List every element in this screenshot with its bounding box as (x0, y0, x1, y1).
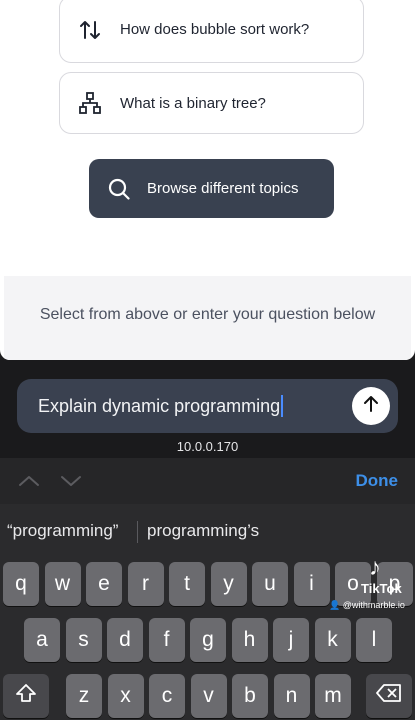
key[interactable]: a (24, 618, 60, 662)
done-button[interactable]: Done (356, 471, 399, 491)
shift-icon (15, 683, 37, 709)
question-input-value: Explain dynamic programming (38, 396, 281, 416)
backspace-key[interactable] (366, 674, 412, 718)
input-area: Explain dynamic programming 10.0.0.170 (0, 360, 415, 458)
key[interactable]: n (273, 674, 310, 718)
suggestion-binary-tree[interactable]: What is a binary tree? (59, 72, 364, 134)
predictive-bar: “programming” programming’s (0, 514, 415, 548)
keyboard-accessory-bar: Done (0, 458, 415, 504)
text-caret (281, 395, 284, 417)
key[interactable]: d (107, 618, 143, 662)
key[interactable]: q (3, 562, 39, 606)
key[interactable]: k (314, 618, 351, 662)
prediction-2[interactable]: programming’s (147, 521, 259, 541)
suggestion-bubble-sort[interactable]: How does bubble sort work? (59, 0, 364, 63)
app-sheet: How does bubble sort work? What is a bin… (0, 0, 415, 360)
browse-topics-label: Browse different topics (147, 180, 299, 197)
key[interactable]: h (231, 618, 268, 662)
key[interactable]: g (190, 618, 226, 662)
chevron-up-icon[interactable] (18, 472, 40, 490)
question-input-text[interactable]: Explain dynamic programming (38, 395, 284, 417)
shift-key[interactable] (3, 674, 49, 718)
key[interactable]: b (232, 674, 268, 718)
watermark-handle-text: @withmarble.io (342, 600, 405, 610)
question-input[interactable]: Explain dynamic programming (17, 379, 398, 433)
suggestion-label: How does bubble sort work? (120, 21, 310, 38)
watermark-handle: 👤 @withmarble.io (329, 600, 405, 610)
suggestion-label: What is a binary tree? (120, 94, 266, 112)
search-icon (107, 177, 131, 201)
chevron-down-icon[interactable] (60, 472, 82, 490)
input-hint: Select from above or enter your question… (39, 306, 376, 323)
key[interactable]: l (356, 618, 392, 662)
key[interactable]: s (65, 618, 102, 662)
key[interactable]: w (44, 562, 81, 606)
key[interactable]: u (252, 562, 288, 606)
key[interactable]: z (66, 674, 102, 718)
suggestions-panel: How does bubble sort work? What is a bin… (4, 0, 411, 276)
key[interactable]: x (107, 674, 144, 718)
prediction-divider (137, 521, 138, 543)
browse-topics-button[interactable]: Browse different topics (89, 159, 334, 218)
key[interactable]: v (190, 674, 227, 718)
key[interactable]: c (149, 674, 185, 718)
arrow-up-icon (362, 395, 380, 418)
tiktok-logo-icon: ♪ (369, 554, 381, 581)
prediction-1[interactable]: “programming” (7, 521, 118, 541)
key[interactable]: j (273, 618, 309, 662)
key[interactable]: m (315, 674, 351, 718)
key[interactable]: y (210, 562, 247, 606)
key[interactable]: r (127, 562, 164, 606)
url-address: 10.0.0.170 (176, 439, 239, 454)
send-button[interactable] (352, 387, 390, 425)
backspace-icon (376, 684, 402, 708)
tiktok-brand: TikTok (361, 581, 402, 596)
keyboard: Done “programming” programming’s qwertyu… (0, 458, 415, 720)
key[interactable]: i (293, 562, 330, 606)
key[interactable]: e (86, 562, 122, 606)
sort-arrows-icon (78, 18, 102, 42)
tree-icon (78, 91, 102, 115)
key[interactable]: f (148, 618, 185, 662)
key[interactable]: t (169, 562, 205, 606)
